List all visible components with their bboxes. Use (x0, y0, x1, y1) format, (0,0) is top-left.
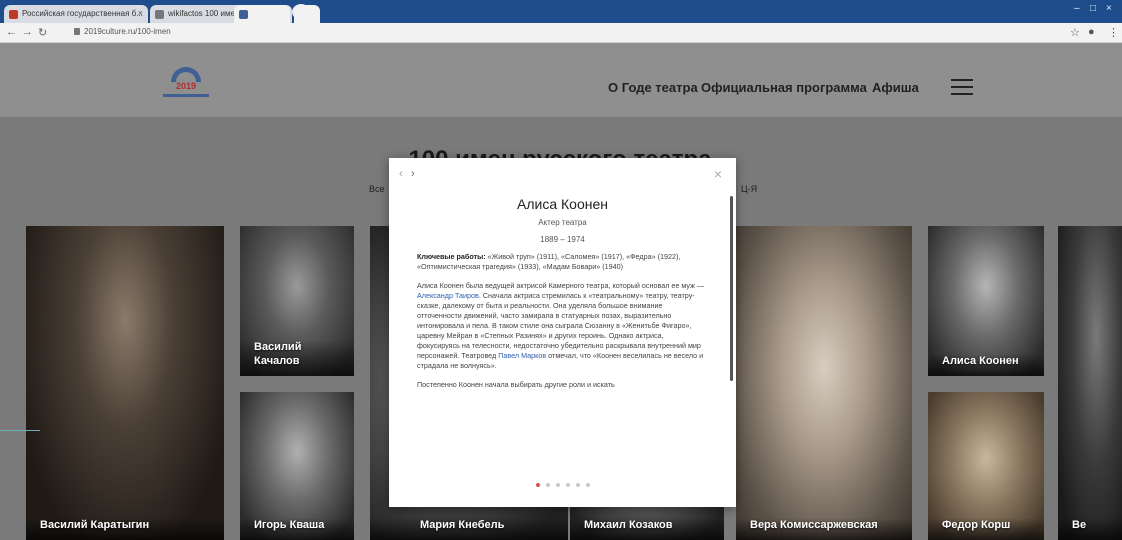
url-text: 2019culture.ru/100-imen (84, 27, 171, 36)
logo-underline (163, 94, 209, 97)
favicon-icon (9, 10, 18, 19)
link-tairov[interactable]: Александр Таиров (417, 291, 479, 300)
person-card[interactable]: Василий Качалов (240, 226, 354, 376)
bio-paragraph-2: Постепенно Коонен начала выбирать другие… (417, 380, 615, 389)
address-bar: ← → ↻ 2019culture.ru/100-imen ☆ ● ⋮ (0, 23, 1122, 43)
slide-dot[interactable] (565, 483, 570, 487)
nav-link-program[interactable]: Официальная программа (701, 80, 867, 95)
person-name: Василий Качалов (240, 340, 354, 376)
modal-person-name: Алиса Коонен (517, 196, 608, 212)
person-card[interactable]: Василий Каратыгин (26, 226, 224, 540)
person-name: Василий Каратыгин (26, 518, 224, 540)
next-arrow-icon[interactable]: › (411, 168, 415, 180)
slide-dot[interactable] (555, 483, 560, 487)
slide-dot[interactable] (545, 483, 550, 487)
back-icon[interactable]: ← (6, 26, 17, 38)
person-card[interactable]: Ве (1058, 226, 1122, 540)
hamburger-menu-icon[interactable] (951, 79, 973, 95)
person-card[interactable]: Игорь Кваша (240, 392, 354, 540)
bio-text: Алиса Коонен была ведущей актрисой Камер… (417, 281, 705, 290)
person-name: Михаил Козаков (570, 518, 724, 540)
maximize-icon[interactable]: □ (1090, 3, 1096, 14)
modal-role: Актер театра (538, 218, 587, 227)
close-window-icon[interactable]: × (1106, 3, 1112, 14)
slide-dots (389, 483, 736, 487)
browser-tab-active[interactable] (234, 5, 290, 23)
prev-arrow-icon[interactable]: ‹ (399, 168, 403, 180)
close-icon[interactable]: × (714, 166, 722, 182)
filter-all[interactable]: Все (369, 184, 385, 194)
bio-paragraph: Алиса Коонен была ведущей актрисой Камер… (417, 281, 707, 371)
lock-icon (74, 28, 80, 35)
filter-range[interactable]: Ц-Я (741, 184, 757, 194)
bio-text: . Сначала актриса стремилась к «театраль… (417, 291, 701, 360)
person-name: Мария Кнебель (370, 518, 568, 540)
portrait-image (26, 226, 224, 540)
tab-title: Российская государственная б... (22, 9, 143, 18)
nav-link-about[interactable]: О Годе театра (608, 80, 698, 95)
key-works: Ключевые работы: «Живой труп» (1911), «С… (417, 252, 707, 272)
person-card[interactable]: Федор Корш (928, 392, 1044, 540)
modal-years: 1889 – 1974 (540, 235, 585, 244)
person-name: Ве (1058, 518, 1122, 540)
favicon-icon (155, 10, 164, 19)
nav-link-afisha[interactable]: Афиша (872, 80, 919, 95)
menu-dots-icon[interactable]: ⋮ (1108, 26, 1119, 39)
close-tab-icon[interactable]: × (138, 8, 143, 18)
person-name: Федор Корш (928, 518, 1044, 540)
person-name: Игорь Кваша (240, 518, 354, 540)
portrait-image (1058, 226, 1122, 540)
reload-icon[interactable]: ↻ (38, 26, 47, 39)
profile-icon[interactable]: ● (1088, 26, 1095, 38)
slide-dot[interactable] (535, 483, 540, 487)
new-tab-button[interactable]: + (292, 4, 310, 20)
logo-year: 2019 (175, 81, 197, 91)
link-markov[interactable]: Павел Марков (498, 351, 546, 360)
modal-body: Ключевые работы: «Живой труп» (1911), «С… (417, 252, 707, 399)
slide-dot[interactable] (585, 483, 590, 487)
forward-icon[interactable]: → (22, 26, 33, 38)
url-field[interactable]: 2019culture.ru/100-imen (74, 27, 171, 36)
minimize-icon[interactable]: – (1074, 3, 1080, 14)
slide-dot[interactable] (575, 483, 580, 487)
person-card[interactable]: Вера Комиссаржевская (736, 226, 912, 540)
person-modal: ‹ › × Алиса Коонен Актер театра 1889 – 1… (389, 158, 736, 507)
favicon-icon (239, 10, 248, 19)
browser-tab-bar: Российская государственная б... × wikifa… (0, 0, 1122, 23)
site-logo[interactable]: 2019 (163, 67, 209, 101)
logo-arc (171, 67, 201, 82)
star-icon[interactable]: ☆ (1070, 26, 1080, 39)
person-name: Вера Комиссаржевская (736, 518, 912, 540)
decorative-line (0, 430, 40, 431)
portrait-image (736, 226, 912, 540)
person-card[interactable]: Алиса Коонен (928, 226, 1044, 376)
person-name: Алиса Коонен (928, 354, 1044, 376)
browser-tab[interactable]: Российская государственная б... × (4, 5, 148, 23)
key-works-label: Ключевые работы: (417, 252, 486, 261)
